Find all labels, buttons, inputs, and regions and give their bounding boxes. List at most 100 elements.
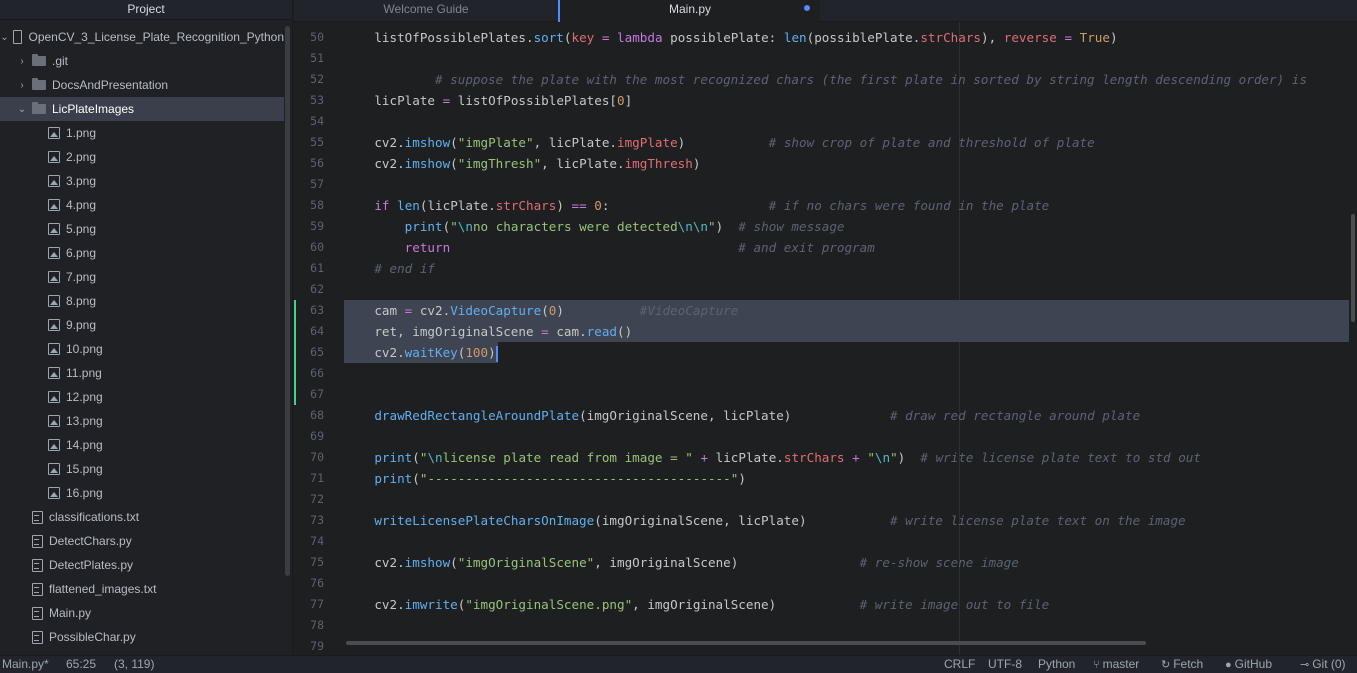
tree-file[interactable]: 15.png [0,457,284,481]
tree-file[interactable]: 7.png [0,265,284,289]
code-line[interactable]: cv2.imshow("imgThresh", licPlate.imgThre… [344,153,1349,174]
code-line[interactable]: # end if [344,258,1349,279]
code-line[interactable] [344,636,1349,655]
code-line[interactable]: print("\nno characters were detected\n\n… [344,216,1349,237]
tree-file[interactable]: 12.png [0,385,284,409]
line-number[interactable]: 76 [294,573,324,594]
line-number[interactable]: 68 [294,405,324,426]
tree-file[interactable]: DetectChars.py [0,529,284,553]
status-grammar[interactable]: Python [1038,656,1075,673]
line-number[interactable]: 75 [294,552,324,573]
line-number[interactable]: 79 [294,636,324,655]
tree-file[interactable]: classifications.txt [0,505,284,529]
code-line[interactable]: # suppose the plate with the most recogn… [344,69,1349,90]
line-number[interactable]: 73 [294,510,324,531]
status-encoding[interactable]: UTF-8 [988,656,1022,673]
code-line[interactable]: drawRedRectangleAroundPlate(imgOriginalS… [344,405,1349,426]
code-line[interactable] [344,531,1349,552]
tree-file[interactable]: Main.py [0,601,284,625]
code-line[interactable]: cv2.imshow("imgOriginalScene", imgOrigin… [344,552,1349,573]
code-line[interactable]: print("\nlicense plate read from image =… [344,447,1349,468]
code-line[interactable]: cv2.imshow("imgPlate", licPlate.imgPlate… [344,132,1349,153]
tab-welcome-guide[interactable]: Welcome Guide [294,0,558,22]
code-line[interactable]: print("---------------------------------… [344,468,1349,489]
code-line[interactable]: cv2.imwrite("imgOriginalScene.png", imgO… [344,594,1349,615]
status-git[interactable]: ⊸ Git (0) [1300,656,1346,673]
code-line[interactable] [344,174,1349,195]
code-line[interactable] [344,426,1349,447]
tree-folder[interactable]: ⌄ LicPlateImages [0,97,284,121]
line-number[interactable]: 52 [294,69,324,90]
code-line[interactable] [344,111,1349,132]
line-number[interactable]: 62 [294,279,324,300]
line-number[interactable]: 57 [294,174,324,195]
vertical-scrollbar[interactable] [1351,214,1355,322]
line-number[interactable]: 53 [294,90,324,111]
line-number[interactable]: 56 [294,153,324,174]
status-cursor-position[interactable]: 65:25 [66,656,96,673]
tree-file[interactable]: 10.png [0,337,284,361]
code-line[interactable] [344,279,1349,300]
line-number[interactable]: 50 [294,27,324,48]
line-number[interactable]: 72 [294,489,324,510]
code-line[interactable] [344,48,1349,69]
tree-file[interactable]: 16.png [0,481,284,505]
tree-file[interactable]: 9.png [0,313,284,337]
status-branch[interactable]: ⑂ master [1093,656,1139,673]
tree-file[interactable]: 11.png [0,361,284,385]
tree-file[interactable]: 8.png [0,289,284,313]
line-number[interactable]: 70 [294,447,324,468]
tree-file[interactable]: DetectPlates.py [0,553,284,577]
tree-file[interactable]: flattened_images.txt [0,577,284,601]
tree-file[interactable]: 1.png [0,121,284,145]
code-editor[interactable]: 50 listOfPossiblePlates.sort(key = lambd… [294,22,1357,655]
tree-file[interactable]: 4.png [0,193,284,217]
code-line[interactable]: if len(licPlate.strChars) == 0: # if no … [344,195,1349,216]
tree-file[interactable]: 2.png [0,145,284,169]
line-number[interactable]: 55 [294,132,324,153]
line-number[interactable]: 60 [294,237,324,258]
line-number[interactable]: 78 [294,615,324,636]
code-line[interactable]: writeLicensePlateCharsOnImage(imgOrigina… [344,510,1349,531]
code-line[interactable]: ret, imgOriginalScene = cam.read() [344,321,1349,342]
tree-folder[interactable]: › DocsAndPresentation [0,73,284,97]
tree-file[interactable]: 14.png [0,433,284,457]
status-fetch[interactable]: ↻ Fetch [1161,656,1203,673]
line-number[interactable]: 54 [294,111,324,132]
tree-file[interactable]: PossibleChar.py [0,625,284,649]
line-number[interactable]: 51 [294,48,324,69]
line-number[interactable]: 66 [294,363,324,384]
code-line[interactable] [344,384,1349,405]
status-line-ending[interactable]: CRLF [944,656,975,673]
tree-folder[interactable]: › .git [0,49,284,73]
tab-main-py[interactable]: Main.py [558,0,820,22]
tree-file[interactable]: 13.png [0,409,284,433]
status-file-name[interactable]: Main.py* [2,656,49,673]
line-number[interactable]: 63 [294,300,324,321]
line-number[interactable]: 59 [294,216,324,237]
line-number[interactable]: 71 [294,468,324,489]
code-line[interactable]: listOfPossiblePlates.sort(key = lambda p… [344,27,1349,48]
line-number[interactable]: 65 [294,342,324,363]
code-line[interactable]: cv2.waitKey(100) [344,342,498,363]
status-github[interactable]: ● GitHub [1225,656,1272,673]
tree-scrollbar[interactable] [285,26,290,576]
line-number[interactable]: 61 [294,258,324,279]
code-line[interactable]: cam = cv2.VideoCapture(0) #VideoCapture [344,300,1349,321]
modified-indicator-icon[interactable] [804,5,810,11]
horizontal-scrollbar[interactable] [346,641,1146,645]
tree-root[interactable]: ⌄ OpenCV_3_License_Plate_Recognition_Pyt… [0,25,284,49]
tree-file[interactable]: 5.png [0,217,284,241]
code-line[interactable]: return # and exit program [344,237,1349,258]
code-line[interactable] [344,573,1349,594]
tree-file[interactable]: 3.png [0,169,284,193]
line-number[interactable]: 64 [294,321,324,342]
line-number[interactable]: 74 [294,531,324,552]
tree-file[interactable]: 6.png [0,241,284,265]
code-line[interactable] [344,615,1349,636]
line-number[interactable]: 67 [294,384,324,405]
line-number[interactable]: 69 [294,426,324,447]
code-line[interactable]: licPlate = listOfPossiblePlates[0] [344,90,1349,111]
line-number[interactable]: 77 [294,594,324,615]
tree-view-header[interactable]: Project [0,0,292,20]
